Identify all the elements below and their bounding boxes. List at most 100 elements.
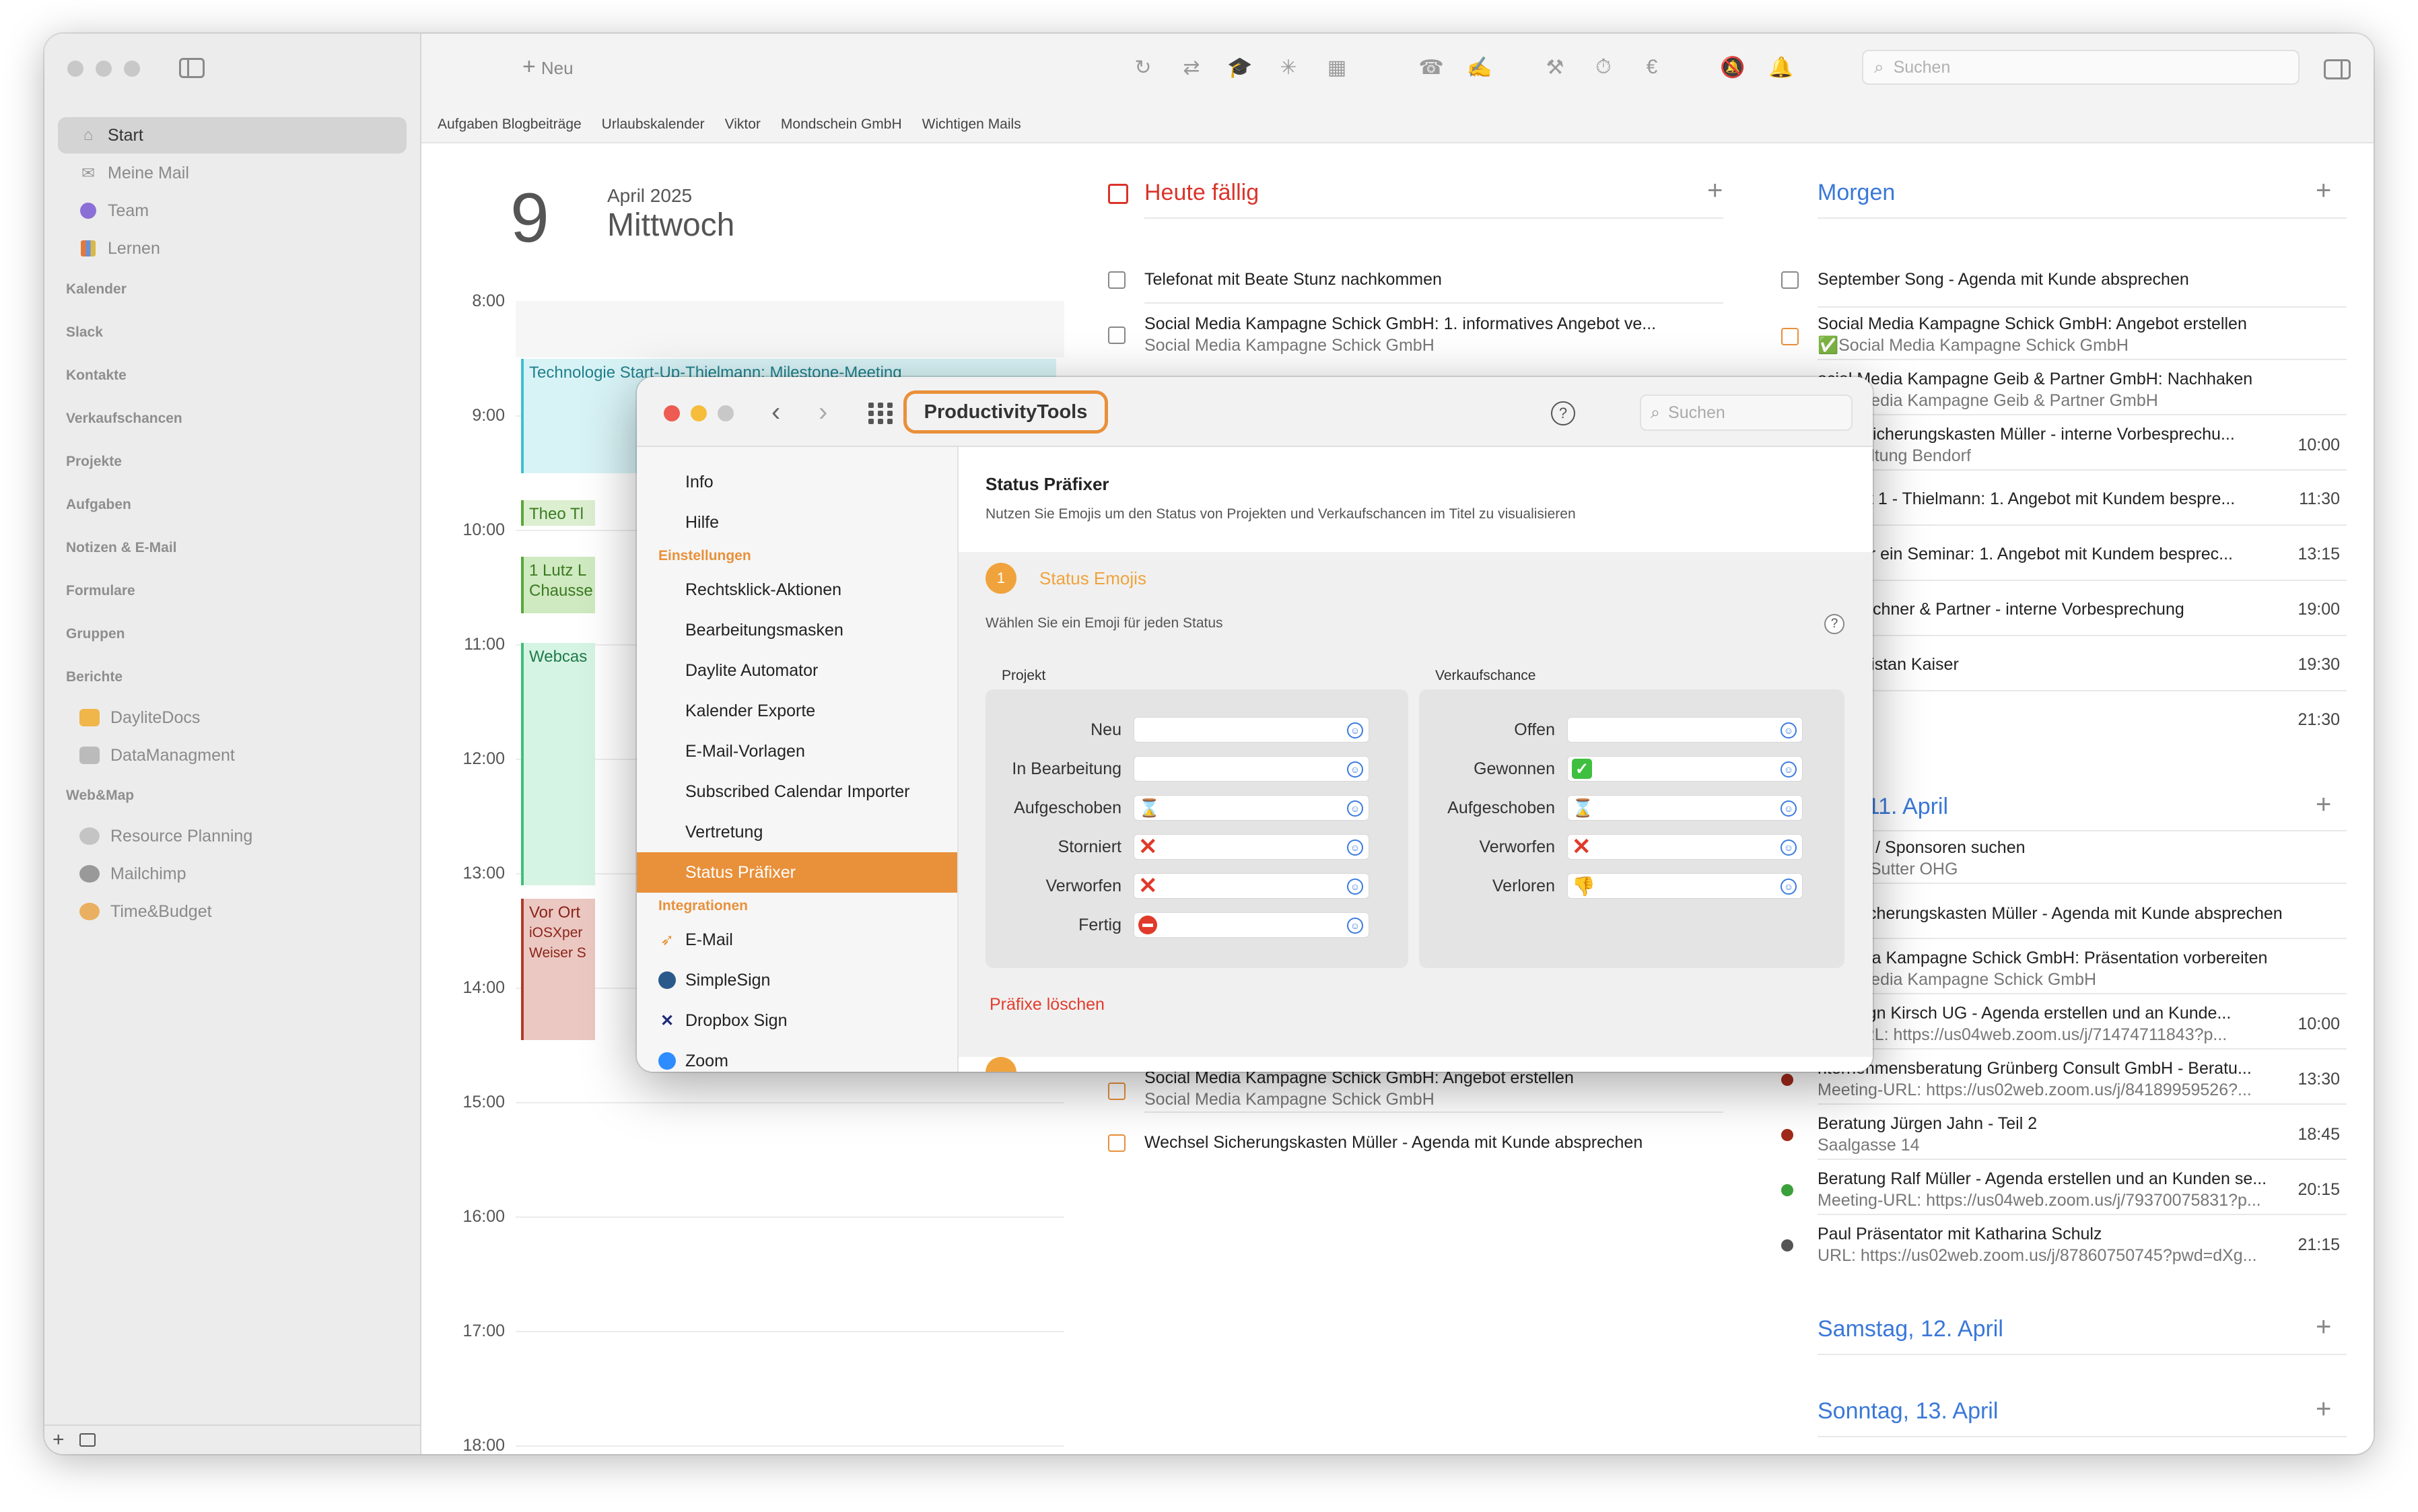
search-input[interactable]: ⌕ Suchen	[1862, 50, 2300, 85]
sidebar-section-gruppen[interactable]: Gruppen	[58, 613, 407, 656]
task-item[interactable]: rage für ein Seminar: 1. Angebot mit Kun…	[1818, 543, 2233, 565]
dialog-minimize-button[interactable]	[691, 405, 707, 421]
graduation-cap-icon[interactable]: 🎓	[1225, 53, 1255, 82]
add-task-button[interactable]: +	[2316, 1394, 2331, 1424]
task-checkbox[interactable]	[1108, 1083, 1126, 1100]
emoji-picker-icon[interactable]: ☺	[1781, 839, 1797, 856]
task-item[interactable]: Social Media Kampagne Schick GmbH: Angeb…	[1144, 1067, 1574, 1110]
emoji-field[interactable]: ⌛ ☺	[1567, 795, 1803, 821]
task-item[interactable]: al Media Kampagne Schick GmbH: Präsentat…	[1818, 947, 2267, 990]
emoji-field[interactable]: ✕ ☺	[1567, 834, 1803, 860]
back-arrow-icon[interactable]: ‹	[771, 397, 780, 427]
emoji-picker-icon[interactable]: ☺	[1347, 918, 1363, 934]
sidebar-item-lernen[interactable]: Lernen	[58, 230, 407, 267]
emoji-picker-icon[interactable]: ☺	[1347, 761, 1363, 778]
calendar-event[interactable]: Theo Tl	[521, 500, 595, 526]
calendar-small-icon[interactable]	[79, 1433, 96, 1447]
emoji-field[interactable]: ✓ ☺	[1567, 756, 1803, 782]
nav-item-calendar-importer[interactable]: Subscribed Calendar Importer	[637, 771, 957, 812]
bell-slash-icon[interactable]: 🔕	[1718, 53, 1748, 82]
sidebar-item-time-budget[interactable]: Time&Budget	[58, 893, 407, 930]
sidebar-section-berichte[interactable]: Berichte	[58, 656, 407, 699]
emoji-picker-icon[interactable]: ☺	[1781, 722, 1797, 738]
minimize-window-button[interactable]	[96, 61, 112, 77]
nav-item-status-praefixer[interactable]: Status Präfixer	[637, 852, 957, 893]
nav-item-bearbeitungsmasken[interactable]: Bearbeitungsmasken	[637, 610, 957, 650]
sidebar-item-resource-planning[interactable]: Resource Planning	[58, 817, 407, 855]
zoom-window-button[interactable]	[124, 61, 140, 77]
nav-item-dropbox-sign[interactable]: ✕ Dropbox Sign	[637, 1000, 957, 1041]
sidebar-toggle-icon[interactable]	[179, 58, 205, 78]
emoji-field[interactable]: ⌛ ☺	[1134, 795, 1369, 821]
favorite-item[interactable]: Urlaubskalender	[602, 116, 705, 133]
calendar-event[interactable]: 1 Lutz L Chausse	[521, 557, 595, 613]
task-item[interactable]: Beratung Ralf Müller - Agenda erstellen …	[1818, 1168, 2267, 1211]
phone-icon[interactable]: ☎	[1416, 53, 1446, 82]
favorite-item[interactable]: Aufgaben Blogbeiträge	[438, 116, 582, 133]
emoji-picker-icon[interactable]: ☺	[1347, 879, 1363, 895]
sidebar-item-mailchimp[interactable]: Mailchimp	[58, 855, 407, 893]
add-task-button[interactable]: +	[1707, 176, 1723, 206]
favorite-item[interactable]: Mondschein GmbH	[781, 116, 902, 133]
task-item[interactable]: bill Test 1 - Thielmann: 1. Angebot mit …	[1818, 488, 2235, 510]
emoji-picker-icon[interactable]: ☺	[1347, 722, 1363, 738]
sidebar-item-daylitedocs[interactable]: DayliteDocs	[58, 699, 407, 736]
sparkle-icon[interactable]: ✳	[1274, 53, 1303, 82]
tools-icon[interactable]: ⚒	[1540, 53, 1570, 82]
sync-icon[interactable]: ⇄	[1177, 53, 1206, 82]
refresh-icon[interactable]: ↻	[1128, 53, 1158, 82]
task-item[interactable]: Telefonat mit Beate Stunz nachkommen	[1144, 269, 1442, 290]
task-item[interactable]: Paul Präsentator mit Katharina Schulz UR…	[1818, 1223, 2257, 1266]
calendar-event[interactable]: Vor Ort iOSXper Weiser S	[521, 899, 595, 1040]
sidebar-section-slack[interactable]: Slack	[58, 311, 407, 354]
add-task-button[interactable]: +	[2316, 1312, 2331, 1342]
emoji-picker-icon[interactable]: ☺	[1781, 800, 1797, 817]
nav-item-simplesign[interactable]: SimpleSign	[637, 960, 957, 1000]
add-task-button[interactable]: +	[2316, 790, 2331, 820]
grid-icon[interactable]	[868, 403, 893, 424]
task-item[interactable]: nternehmensberatung Grünberg Consult Gmb…	[1818, 1058, 2252, 1101]
task-checkbox[interactable]	[1781, 271, 1799, 289]
help-icon[interactable]: ?	[1551, 401, 1575, 425]
emoji-field[interactable]: ☺	[1134, 756, 1369, 782]
emoji-picker-icon[interactable]: ☺	[1781, 879, 1797, 895]
sidebar-item-start[interactable]: ⌂ Start	[58, 117, 407, 153]
nav-item-info[interactable]: Info	[637, 462, 957, 502]
signature-icon[interactable]: ✍	[1465, 53, 1494, 82]
sidebar-section-aufgaben[interactable]: Aufgaben	[58, 483, 407, 526]
emoji-field[interactable]: ✕ ☺	[1134, 834, 1369, 860]
task-item[interactable]: ocial Media Kampagne Geib & Partner GmbH…	[1818, 368, 2252, 411]
sidebar-section-kontakte[interactable]: Kontakte	[58, 354, 407, 397]
task-item[interactable]: Social Media Kampagne Schick GmbH: 1. in…	[1144, 313, 1656, 356]
task-item[interactable]: Wechsel Sicherungskasten Müller - Agenda…	[1144, 1132, 1643, 1153]
emoji-field[interactable]: 👎 ☺	[1567, 873, 1803, 899]
task-checkbox[interactable]	[1108, 327, 1126, 344]
task-item[interactable]: godesign Kirsch UG - Agenda erstellen un…	[1818, 1002, 2231, 1045]
favorite-item[interactable]: Viktor	[725, 116, 761, 133]
emoji-picker-icon[interactable]: ☺	[1781, 761, 1797, 778]
add-icon[interactable]: +	[53, 1429, 65, 1451]
dialog-search-input[interactable]: ⌕ Suchen	[1640, 394, 1853, 431]
nav-item-email-vorlagen[interactable]: E-Mail-Vorlagen	[637, 731, 957, 771]
close-window-button[interactable]	[67, 61, 83, 77]
layout-icon[interactable]: ▦	[1322, 53, 1352, 82]
nav-item-rechtsklick[interactable]: Rechtsklick-Aktionen	[637, 570, 957, 610]
nav-item-hilfe[interactable]: Hilfe	[637, 502, 957, 543]
sidebar-item-meine-mail[interactable]: ✉ Meine Mail	[58, 155, 407, 191]
favorite-item[interactable]: Wichtigen Mails	[922, 116, 1021, 133]
emoji-picker-icon[interactable]: ☺	[1347, 839, 1363, 856]
dialog-zoom-button[interactable]	[718, 405, 734, 421]
emoji-picker-icon[interactable]: ☺	[1347, 800, 1363, 817]
bell-icon[interactable]: 🔔	[1766, 53, 1796, 82]
task-item[interactable]: September Song - Agenda mit Kunde abspre…	[1818, 269, 2189, 290]
sidebar-section-kalender[interactable]: Kalender	[58, 268, 407, 311]
nav-item-automator[interactable]: Daylite Automator	[637, 650, 957, 691]
clear-prefixes-link[interactable]: Präfixe löschen	[990, 995, 1105, 1015]
dialog-close-button[interactable]	[664, 405, 680, 421]
task-checkbox[interactable]	[1781, 328, 1799, 345]
task-item[interactable]: chsel Sicherungskasten Müller - interne …	[1818, 423, 2235, 467]
help-icon[interactable]: ?	[1824, 614, 1844, 634]
timer-icon[interactable]: ⏱	[1589, 53, 1618, 82]
task-item[interactable]: hsel Sicherungskasten Müller - Agenda mi…	[1818, 903, 2283, 924]
emoji-field[interactable]: ☺	[1134, 717, 1369, 743]
